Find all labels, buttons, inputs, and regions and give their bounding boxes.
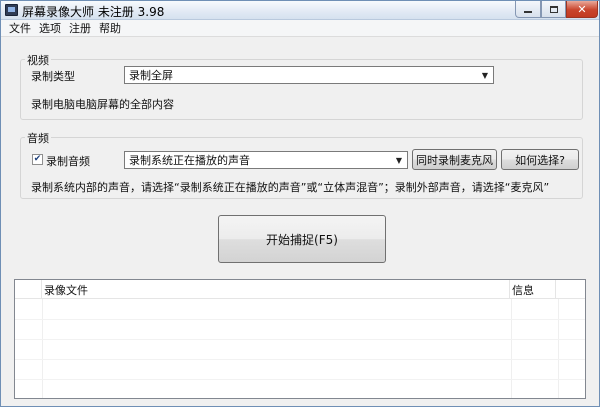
record-type-select[interactable]: 录制全屏 ▼ [124,66,494,84]
close-button[interactable]: ✕ [566,1,598,18]
video-description: 录制电脑电脑屏幕的全部内容 [31,98,174,111]
maximize-icon [549,5,558,13]
minimize-icon [524,11,532,13]
column-header-info[interactable]: 信息 [510,280,556,299]
record-type-label: 录制类型 [31,70,75,83]
menu-options[interactable]: 选项 [37,20,67,36]
app-window: 屏幕录像大师 未注册 3.98 ✕ 文件 选项 注册 帮助 视频 录制类型 录制… [0,0,600,407]
audio-hint: 录制系统内部的声音，请选择“录制系统正在播放的声音”或“立体声混音”；录制外部声… [31,181,550,194]
list-body[interactable] [15,299,585,398]
record-audio-label[interactable]: 录制音频 [46,153,90,169]
recording-file-list[interactable]: 录像文件 信息 [14,279,586,399]
menu-help[interactable]: 帮助 [97,20,127,36]
list-header: 录像文件 信息 [15,280,585,299]
start-capture-button[interactable]: 开始捕捉(F5) [218,215,386,263]
audio-source-select[interactable]: 录制系统正在播放的声音 ▼ [124,151,408,169]
grid-line [15,359,585,360]
menu-file[interactable]: 文件 [7,20,37,36]
grid-line [15,379,585,380]
column-header-file[interactable]: 录像文件 [42,280,510,299]
grid-line [511,299,512,398]
audio-group-title: 音频 [25,130,51,146]
maximize-button[interactable] [541,1,566,18]
column-header-blank[interactable] [15,280,42,299]
checkmark-icon: ✔ [33,154,42,164]
record-type-value: 录制全屏 [129,69,173,82]
record-mic-button[interactable]: 同时录制麦克风 [412,149,497,170]
grid-line [42,299,43,398]
grid-line [15,339,585,340]
window-title: 屏幕录像大师 未注册 3.98 [22,5,165,19]
app-icon [5,4,18,16]
title-bar[interactable]: 屏幕录像大师 未注册 3.98 ✕ [1,1,599,20]
audio-source-value: 录制系统正在播放的声音 [129,154,250,167]
menu-bar: 文件 选项 注册 帮助 [1,20,599,37]
column-header-rest [556,280,585,299]
bottom-edge [1,400,599,406]
minimize-button[interactable] [515,1,541,18]
grid-line [558,299,559,398]
how-to-choose-button[interactable]: 如何选择? [501,149,579,170]
menu-register[interactable]: 注册 [67,20,97,36]
video-group-title: 视频 [25,52,51,68]
close-icon: ✕ [577,2,587,16]
grid-line [15,319,585,320]
chevron-down-icon: ▼ [395,155,403,165]
record-audio-checkbox[interactable]: ✔ [32,154,43,165]
chevron-down-icon: ▼ [481,70,489,80]
